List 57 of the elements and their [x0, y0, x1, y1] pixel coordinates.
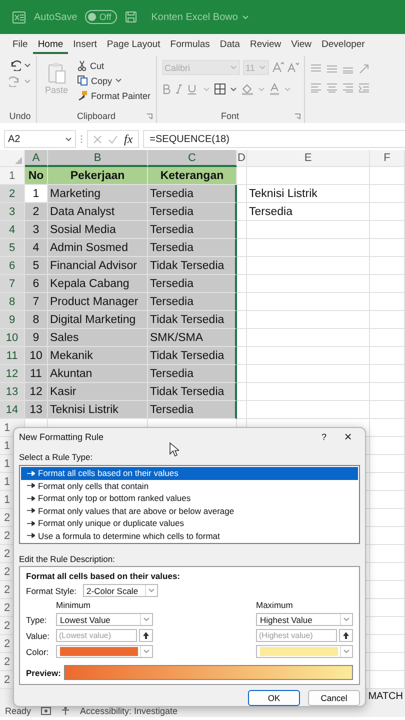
- group-label: Font: [221, 111, 240, 121]
- table-cell: Kepala Cabang: [48, 275, 148, 293]
- table-cell: 1: [25, 185, 48, 203]
- table-cell: Tidak Tersedia: [148, 383, 237, 401]
- group-label: Clipboard: [77, 111, 116, 121]
- table-cell: 2: [25, 203, 48, 221]
- group-label: Undo: [9, 111, 31, 121]
- table-cell: Akuntan: [48, 365, 148, 383]
- table-cell: Digital Marketing: [48, 311, 148, 329]
- table-cell: Tersedia: [247, 203, 370, 221]
- table-cell: Sosial Media: [48, 221, 148, 239]
- table-cell: 5: [25, 257, 48, 275]
- preview-label: Preview:: [26, 668, 61, 678]
- table-cell: Tersedia: [148, 185, 237, 203]
- table-cell: Tidak Tersedia: [148, 311, 237, 329]
- description-title: Format all cells based on their values:: [26, 571, 181, 581]
- table-header-cell: Keterangan: [148, 167, 237, 185]
- table-cell: 10: [25, 347, 48, 365]
- table-cell: SMK/SMA: [148, 329, 237, 347]
- table-cell: Mekanik: [48, 347, 148, 365]
- table-cell: Tidak Tersedia: [148, 257, 237, 275]
- field-label: Format Style:: [26, 586, 77, 596]
- table-cell: Data Analyst: [48, 203, 148, 221]
- table-cell: Tersedia: [148, 275, 237, 293]
- autosave-label: AutoSave: [34, 12, 78, 22]
- table-cell: Kasir: [48, 383, 148, 401]
- table-cell: Teknisi Listrik: [247, 185, 370, 203]
- table-cell: 7: [25, 293, 48, 311]
- table-cell: 9: [25, 329, 48, 347]
- table-cell: 13: [25, 401, 48, 419]
- table-cell: Tersedia: [148, 293, 237, 311]
- table-cell: 6: [25, 275, 48, 293]
- table-cell: Tidak Tersedia: [148, 347, 237, 365]
- field-label: Value:: [26, 630, 50, 640]
- table-cell: Financial Advisor: [48, 257, 148, 275]
- status-text: Ready: [5, 706, 32, 716]
- table-cell: 4: [25, 239, 48, 257]
- column-heading: Maximum: [256, 600, 294, 610]
- table-cell: Tersedia: [148, 401, 237, 419]
- table-cell: Tersedia: [148, 203, 237, 221]
- table-cell: Tersedia: [148, 221, 237, 239]
- table-cell: 3: [25, 221, 48, 239]
- table-cell: 12: [25, 383, 48, 401]
- table-cell: Admin Sosmed: [48, 239, 148, 257]
- field-label: Type:: [26, 614, 48, 624]
- table-cell: Teknisi Listrik: [48, 401, 148, 419]
- column-heading: Minimum: [56, 600, 92, 610]
- table-cell: Marketing: [48, 185, 148, 203]
- table-cell: Product Manager: [48, 293, 148, 311]
- table-cell: Tersedia: [148, 239, 237, 257]
- field-label: Color:: [26, 646, 50, 656]
- table-cell: 11: [25, 365, 48, 383]
- table-header-cell: Pekerjaan: [48, 167, 148, 185]
- table-cell: 8: [25, 311, 48, 329]
- table-header-cell: No: [25, 167, 48, 185]
- table-cell: Sales: [48, 329, 148, 347]
- table-cell: Tersedia: [148, 365, 237, 383]
